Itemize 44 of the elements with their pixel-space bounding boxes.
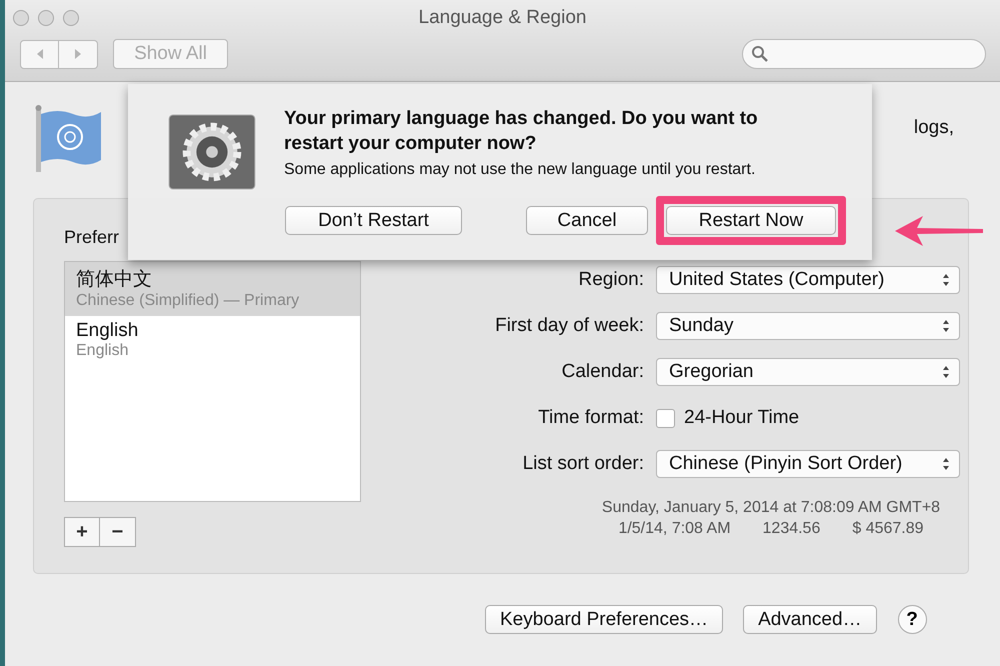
format-sample: $ 4567.89 bbox=[852, 519, 924, 539]
date-sample: Sunday, January 5, 2014 at 7:08:09 AM GMT+8 bbox=[600, 498, 942, 518]
setting-label: First day of week: bbox=[494, 315, 644, 337]
dialog-button[interactable]: Cancel bbox=[526, 206, 648, 235]
dialog-title: Your primary language has changed. Do you want to restart your computer now? bbox=[284, 107, 759, 156]
help-button[interactable]: ? bbox=[898, 605, 927, 634]
dialog-button[interactable]: Restart Now bbox=[666, 206, 836, 235]
language-item[interactable]: English English bbox=[65, 316, 360, 366]
stepper-arrows-icon bbox=[942, 365, 950, 379]
popup-menu[interactable]: Gregorian bbox=[656, 358, 960, 386]
checkbox[interactable] bbox=[656, 408, 675, 428]
close-button[interactable] bbox=[13, 10, 29, 26]
window-title: Language & Region bbox=[418, 7, 588, 29]
description-text: logs, bbox=[914, 117, 954, 139]
minimize-button[interactable] bbox=[38, 10, 54, 26]
setting-label: Time format: bbox=[537, 407, 644, 429]
format-sample: 1/5/14, 7:08 AM bbox=[618, 519, 731, 539]
search-field[interactable] bbox=[742, 39, 986, 69]
preferred-languages-label: Preferr bbox=[64, 227, 120, 249]
popup-menu[interactable]: Sunday bbox=[656, 312, 960, 340]
add-button[interactable]: + bbox=[64, 517, 100, 547]
setting-label: Region: bbox=[578, 269, 644, 291]
back-arrow-icon bbox=[34, 48, 44, 60]
popup-menu[interactable]: Chinese (Pinyin Sort Order) bbox=[656, 450, 960, 478]
language-item[interactable]: 简体中文 Chinese (Simplified) — Primary bbox=[65, 262, 360, 316]
advanced-button[interactable]: Advanced… bbox=[743, 605, 877, 634]
gear-icon bbox=[168, 114, 256, 190]
forward-arrow-icon bbox=[73, 48, 83, 60]
search-icon bbox=[751, 45, 769, 63]
stepper-arrows-icon bbox=[942, 457, 950, 471]
stepper-arrows-icon bbox=[942, 273, 950, 287]
forward-button[interactable] bbox=[59, 40, 98, 68]
checkbox-label: 24-Hour Time bbox=[684, 407, 800, 429]
zoom-button[interactable] bbox=[63, 10, 79, 26]
remove-button[interactable]: − bbox=[100, 517, 136, 547]
setting-label: List sort order: bbox=[522, 453, 644, 475]
dialog-message: Some applications may not use the new language until you restart. bbox=[284, 161, 756, 179]
stepper-arrows-icon bbox=[942, 319, 950, 333]
setting-label: Calendar: bbox=[560, 361, 644, 383]
dialog-button[interactable]: Don’t Restart bbox=[285, 206, 462, 235]
back-button[interactable] bbox=[20, 40, 59, 68]
keyboard-preferences-button[interactable]: Keyboard Preferences… bbox=[485, 605, 724, 634]
format-sample: 1234.56 bbox=[762, 519, 820, 539]
popup-menu[interactable]: United States (Computer) bbox=[656, 266, 960, 294]
